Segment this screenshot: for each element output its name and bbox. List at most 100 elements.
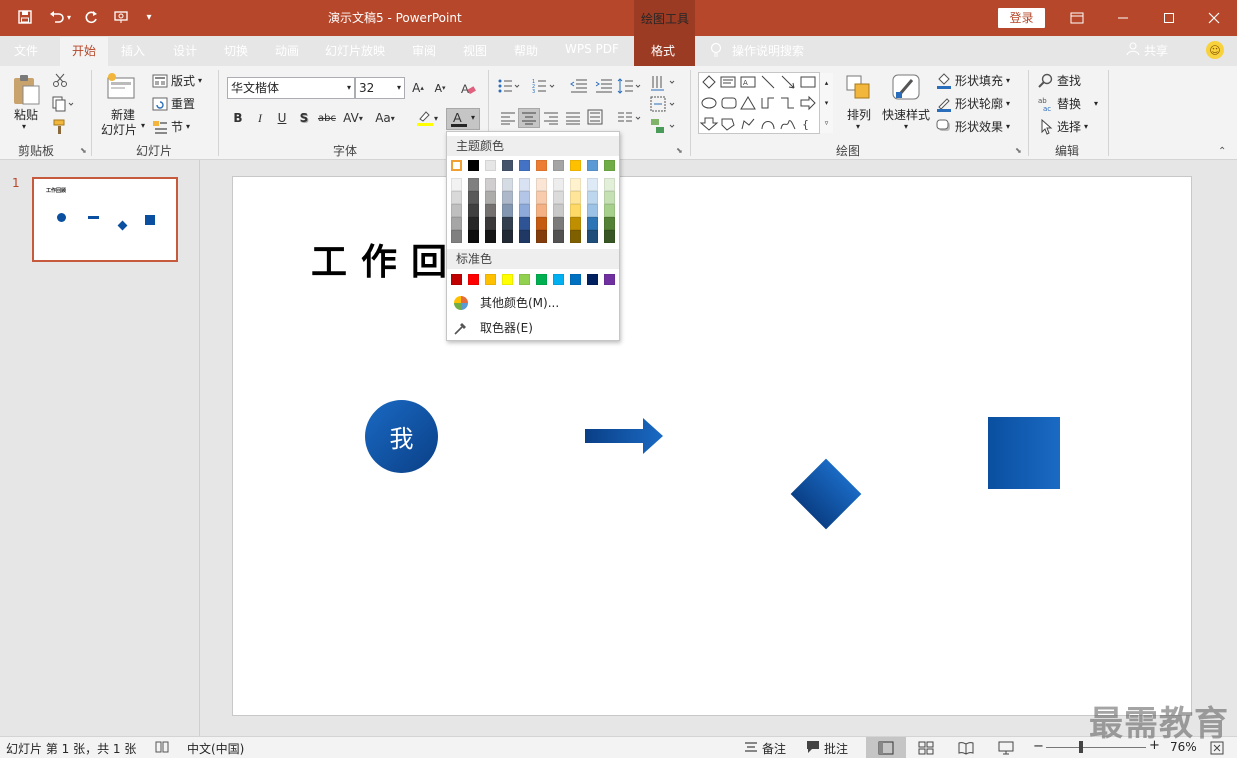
paste-icon[interactable] bbox=[10, 72, 44, 106]
grow-font-icon[interactable]: A ▴ bbox=[408, 78, 428, 98]
theme-shade-swatch[interactable] bbox=[451, 191, 462, 204]
text-shadow-button[interactable]: S bbox=[294, 108, 314, 128]
theme-shade-swatch[interactable] bbox=[536, 217, 547, 230]
present-icon[interactable] bbox=[110, 6, 132, 28]
theme-shade-swatch[interactable] bbox=[451, 230, 462, 243]
font-size-combo[interactable]: 32 ▾ bbox=[355, 77, 405, 99]
maximize-icon[interactable] bbox=[1146, 0, 1192, 36]
theme-shade-swatch[interactable] bbox=[536, 230, 547, 243]
theme-color-swatch[interactable] bbox=[604, 160, 615, 171]
shapes-gallery[interactable]: A { ▴ ▾ ▿ bbox=[698, 72, 833, 134]
shape-fill-button[interactable]: 形状填充 ▾ bbox=[936, 72, 1010, 89]
ribbon-display-icon[interactable] bbox=[1054, 0, 1100, 36]
language-status[interactable]: 中文(中国) bbox=[187, 740, 244, 757]
find-button[interactable]: 查找 bbox=[1038, 72, 1081, 89]
gallery-scroll[interactable]: ▴ ▾ ▿ bbox=[819, 73, 833, 133]
theme-shade-swatch[interactable] bbox=[451, 204, 462, 217]
highlight-color-button[interactable]: ▾ bbox=[412, 108, 442, 128]
standard-color-swatch[interactable] bbox=[502, 274, 513, 285]
theme-shade-swatch[interactable] bbox=[553, 230, 564, 243]
align-center-icon[interactable] bbox=[518, 108, 540, 128]
diamond-shape[interactable] bbox=[790, 458, 862, 530]
zoom-out-button[interactable]: − bbox=[1033, 739, 1044, 754]
redo-icon[interactable] bbox=[80, 6, 102, 28]
theme-shade-swatch[interactable] bbox=[570, 217, 581, 230]
normal-view-button[interactable] bbox=[866, 737, 906, 758]
layout-button[interactable]: 版式 ▾ bbox=[152, 72, 202, 89]
standard-color-swatch[interactable] bbox=[587, 274, 598, 285]
columns-icon[interactable] bbox=[617, 110, 643, 129]
collapse-ribbon-icon[interactable]: ⌃ bbox=[1218, 146, 1226, 157]
clipboard-launcher-icon[interactable]: ⬊ bbox=[80, 146, 87, 155]
underline-button[interactable]: U bbox=[272, 108, 292, 128]
align-text-icon[interactable] bbox=[650, 96, 678, 117]
theme-shade-swatch[interactable] bbox=[570, 230, 581, 243]
theme-color-swatch[interactable] bbox=[553, 160, 564, 171]
change-case-button[interactable]: Aa ▾ bbox=[370, 108, 400, 128]
tab-view[interactable]: 视图 bbox=[463, 42, 487, 64]
theme-shade-swatch[interactable] bbox=[502, 191, 513, 204]
clear-formatting-icon[interactable]: A bbox=[458, 78, 478, 98]
theme-shade-swatch[interactable] bbox=[519, 191, 530, 204]
theme-shade-swatch[interactable] bbox=[519, 230, 530, 243]
standard-color-swatch[interactable] bbox=[468, 274, 479, 285]
new-slide-label-2[interactable]: 幻灯片 bbox=[101, 121, 137, 138]
standard-color-swatch[interactable] bbox=[604, 274, 615, 285]
standard-color-swatch[interactable] bbox=[519, 274, 530, 285]
theme-shade-swatch[interactable] bbox=[604, 178, 615, 191]
theme-shade-swatch[interactable] bbox=[536, 204, 547, 217]
theme-shade-swatch[interactable] bbox=[587, 230, 598, 243]
theme-shade-swatch[interactable] bbox=[519, 204, 530, 217]
tab-format[interactable]: 格式 bbox=[651, 42, 675, 64]
quick-styles-icon[interactable] bbox=[890, 72, 924, 107]
circle-shape[interactable]: 我 bbox=[365, 400, 438, 473]
text-direction-icon[interactable] bbox=[650, 74, 678, 95]
theme-shade-swatch[interactable] bbox=[502, 217, 513, 230]
quick-styles-dropdown-icon[interactable]: ▾ bbox=[904, 122, 908, 131]
theme-shade-swatch[interactable] bbox=[485, 204, 496, 217]
notes-button[interactable]: 备注 bbox=[744, 740, 786, 757]
eyedropper-item[interactable]: 取色器(E) bbox=[447, 316, 619, 340]
shrink-font-icon[interactable]: A ▾ bbox=[430, 78, 450, 98]
theme-shade-swatch[interactable] bbox=[604, 217, 615, 230]
align-left-icon[interactable] bbox=[500, 111, 516, 128]
theme-shade-swatch[interactable] bbox=[553, 204, 564, 217]
spellcheck-icon[interactable] bbox=[155, 740, 169, 757]
theme-shade-swatch[interactable] bbox=[468, 191, 479, 204]
new-slide-dropdown-icon[interactable]: ▾ bbox=[141, 121, 145, 130]
theme-shade-swatch[interactable] bbox=[451, 217, 462, 230]
share-button[interactable]: 共享 bbox=[1126, 42, 1168, 64]
theme-shade-swatch[interactable] bbox=[604, 204, 615, 217]
theme-shade-swatch[interactable] bbox=[502, 204, 513, 217]
undo-dropdown-icon[interactable]: ▾ bbox=[64, 6, 74, 28]
distributed-icon[interactable] bbox=[587, 109, 603, 128]
arrange-icon[interactable] bbox=[845, 74, 873, 105]
standard-color-swatch[interactable] bbox=[570, 274, 581, 285]
cut-icon[interactable] bbox=[52, 72, 68, 91]
tab-file[interactable]: 文件 bbox=[14, 42, 38, 64]
standard-color-swatch[interactable] bbox=[485, 274, 496, 285]
tab-transitions[interactable]: 切换 bbox=[224, 42, 248, 64]
bullets-icon[interactable] bbox=[498, 78, 522, 97]
tab-home[interactable]: 开始 bbox=[60, 37, 108, 66]
font-name-combo[interactable]: 华文楷体 ▾ bbox=[227, 77, 355, 99]
theme-color-swatch[interactable] bbox=[502, 160, 513, 171]
standard-color-swatch[interactable] bbox=[536, 274, 547, 285]
customize-icon[interactable]: ▾ bbox=[138, 6, 160, 28]
paste-dropdown-icon[interactable]: ▾ bbox=[22, 122, 26, 131]
tab-slideshow[interactable]: 幻灯片放映 bbox=[325, 42, 385, 64]
tab-review[interactable]: 审阅 bbox=[412, 42, 436, 64]
section-button[interactable]: 节 ▾ bbox=[152, 118, 190, 135]
tab-insert[interactable]: 插入 bbox=[121, 42, 145, 64]
paste-label[interactable]: 粘贴 bbox=[14, 106, 38, 123]
line-spacing-icon[interactable] bbox=[617, 78, 643, 97]
theme-shade-swatch[interactable] bbox=[519, 217, 530, 230]
theme-color-swatch[interactable] bbox=[451, 160, 462, 171]
decrease-indent-icon[interactable] bbox=[570, 78, 588, 97]
arrow-shape[interactable] bbox=[585, 417, 665, 457]
replace-button[interactable]: ab ac 替换 ▾ bbox=[1038, 95, 1098, 112]
theme-shade-swatch[interactable] bbox=[553, 217, 564, 230]
new-slide-icon[interactable] bbox=[106, 72, 138, 105]
zoom-slider-track[interactable] bbox=[1046, 747, 1146, 748]
minimize-icon[interactable] bbox=[1100, 0, 1146, 36]
